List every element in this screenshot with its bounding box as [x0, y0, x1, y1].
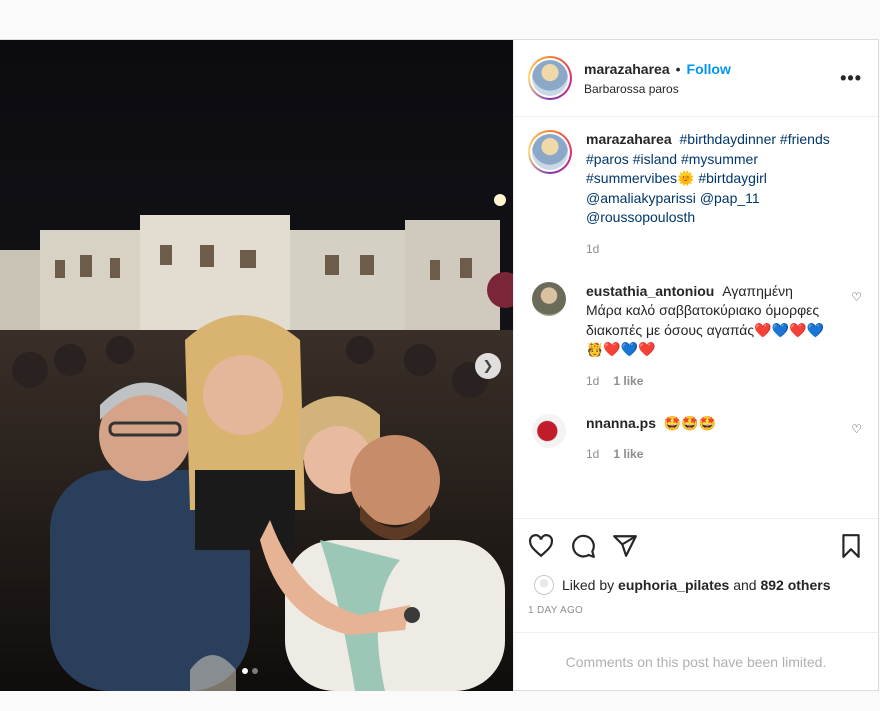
- share-send-icon[interactable]: [612, 533, 638, 559]
- action-bar: [528, 519, 864, 573]
- comment-username[interactable]: eustathia_antoniou: [586, 283, 714, 299]
- commenter-avatar[interactable]: [532, 413, 566, 448]
- post-caption: marazaharea #birthdaydinner #friends #pa…: [528, 130, 864, 256]
- photo-scene: [0, 40, 513, 691]
- hashtag[interactable]: #friends: [780, 131, 830, 147]
- chevron-right-icon: ❯: [482, 358, 494, 374]
- carousel-indicator: [242, 668, 258, 674]
- comment-likes[interactable]: 1 like: [613, 447, 643, 461]
- carousel-next-button[interactable]: ❯: [475, 353, 501, 379]
- carousel-dot-active: [242, 668, 248, 674]
- more-horizontal-icon[interactable]: •••: [840, 68, 862, 89]
- liked-by-prefix: Liked by: [562, 577, 615, 593]
- comment-item: eustathia_antoniou Αγαπημένη Μάρα καλό σ…: [528, 281, 864, 388]
- liked-by: Liked by euphoria_pilates and 892 others: [528, 573, 864, 597]
- post-photo[interactable]: ❯: [0, 40, 513, 691]
- separator-dot: •: [675, 60, 681, 77]
- hashtag[interactable]: #birtdaygirl: [698, 170, 766, 186]
- follow-button[interactable]: Follow: [687, 61, 731, 77]
- comment-item: nnanna.ps 🤩🤩🤩 1d 1 like ♡: [528, 413, 864, 461]
- caption-time[interactable]: 1d: [586, 242, 599, 256]
- comment-bubble-icon[interactable]: [570, 533, 596, 559]
- comment-time[interactable]: 1d: [586, 374, 599, 388]
- liked-by-user[interactable]: euphoria_pilates: [618, 577, 729, 593]
- mention[interactable]: @roussopoulosth: [586, 209, 695, 225]
- comments-section[interactable]: marazaharea #birthdaydinner #friends #pa…: [514, 118, 878, 517]
- comment-text: 🤩🤩🤩: [663, 414, 717, 431]
- post-card: ❯ marazaharea • Follow Barbarossa paros …: [0, 39, 879, 691]
- sun-emoji: 🌞: [677, 170, 695, 186]
- post-time-ago[interactable]: 1 DAY AGO: [528, 605, 864, 616]
- carousel-dot: [252, 668, 258, 674]
- comment-like-heart-icon[interactable]: ♡: [851, 290, 862, 304]
- post-side-panel: marazaharea • Follow Barbarossa paros ••…: [513, 40, 878, 691]
- comment-time[interactable]: 1d: [586, 447, 599, 461]
- author-avatar[interactable]: [528, 56, 572, 100]
- hashtag[interactable]: #paros: [586, 151, 629, 167]
- commenter-avatar[interactable]: [532, 281, 566, 316]
- liked-by-others[interactable]: 892 others: [760, 577, 830, 593]
- comment-username[interactable]: nnanna.ps: [586, 415, 656, 431]
- author-username[interactable]: marazaharea: [584, 61, 670, 77]
- hashtag[interactable]: #birthdaydinner: [680, 131, 777, 147]
- like-heart-icon[interactable]: [528, 533, 554, 559]
- post-header: marazaharea • Follow Barbarossa paros ••…: [514, 40, 878, 117]
- caption-avatar[interactable]: [528, 130, 572, 174]
- comment-like-heart-icon[interactable]: ♡: [851, 422, 862, 436]
- post-location[interactable]: Barbarossa paros: [584, 82, 840, 96]
- mention[interactable]: @pap_11: [700, 190, 760, 206]
- caption-username[interactable]: marazaharea: [586, 131, 672, 147]
- post-actions-area: Liked by euphoria_pilates and 892 others…: [514, 518, 878, 628]
- hashtag[interactable]: #island: [633, 151, 677, 167]
- bookmark-icon[interactable]: [838, 533, 864, 559]
- comment-likes[interactable]: 1 like: [613, 374, 643, 388]
- hashtag[interactable]: #mysummer: [681, 151, 758, 167]
- hashtag[interactable]: #summervibes: [586, 170, 677, 186]
- comments-limited-notice: Comments on this post have been limited.: [514, 632, 878, 691]
- liked-by-and: and: [733, 577, 757, 593]
- mention[interactable]: @amaliakyparissi: [586, 190, 696, 206]
- liker-avatar[interactable]: [534, 575, 554, 595]
